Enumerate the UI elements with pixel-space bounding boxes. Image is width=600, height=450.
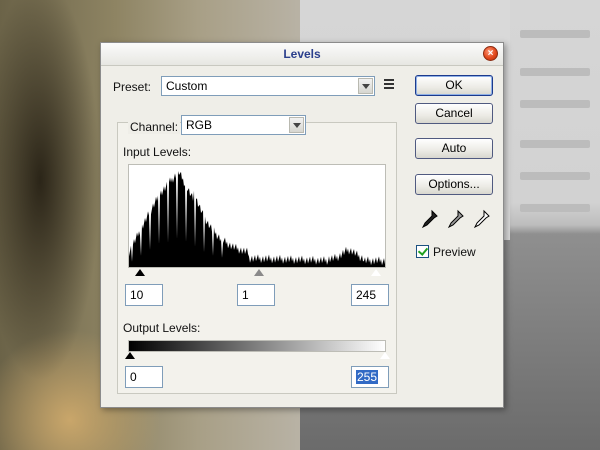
chevron-down-icon[interactable] [289,117,304,133]
chevron-down-icon[interactable] [358,78,373,94]
preset-label: Preset: [113,80,152,94]
channel-value: RGB [186,118,213,132]
options-button[interactable]: Options... [415,174,493,195]
close-icon[interactable]: × [483,46,498,61]
output-gradient-bar [128,340,386,352]
background-panel-item [520,172,590,180]
background-panel-item [520,100,590,108]
output-white-value: 255 [356,370,379,384]
levels-dialog: Levels × Preset: Custom Channel: RGB Inp… [100,42,504,408]
input-white-field[interactable]: 245 [351,284,389,306]
channel-dropdown[interactable]: RGB [181,115,306,135]
input-gamma-slider[interactable] [254,269,264,276]
input-gamma-field[interactable]: 1 [237,284,275,306]
auto-button[interactable]: Auto [415,138,493,159]
output-white-field[interactable]: 255 [351,366,389,388]
background-panel-item [520,140,590,148]
histogram-graph [129,171,385,267]
black-eyedropper-icon[interactable] [419,209,439,231]
input-black-field[interactable]: 10 [125,284,163,306]
cancel-button[interactable]: Cancel [415,103,493,124]
input-levels-label: Input Levels: [123,145,192,159]
gray-eyedropper-icon[interactable] [445,209,465,231]
output-levels-label: Output Levels: [123,321,201,335]
ok-button[interactable]: OK [415,75,493,96]
background-panel-item [520,30,590,38]
title-bar[interactable]: Levels × [101,43,503,66]
input-white-slider[interactable] [370,268,382,277]
preset-dropdown[interactable]: Custom [161,76,375,96]
preset-menu-icon[interactable] [384,79,398,93]
preview-checkbox[interactable] [416,245,429,258]
white-eyedropper-icon[interactable] [471,209,491,231]
background-panel-item [520,204,590,212]
preset-value: Custom [166,79,208,93]
output-black-field[interactable]: 0 [125,366,163,388]
preview-label: Preview [433,245,476,259]
background-panel-item [520,68,590,76]
dialog-title: Levels [283,47,321,61]
input-black-slider[interactable] [135,269,145,276]
histogram [128,164,386,268]
channel-label: Channel: [128,120,181,134]
output-white-slider[interactable] [379,351,391,360]
output-black-slider[interactable] [125,352,135,359]
